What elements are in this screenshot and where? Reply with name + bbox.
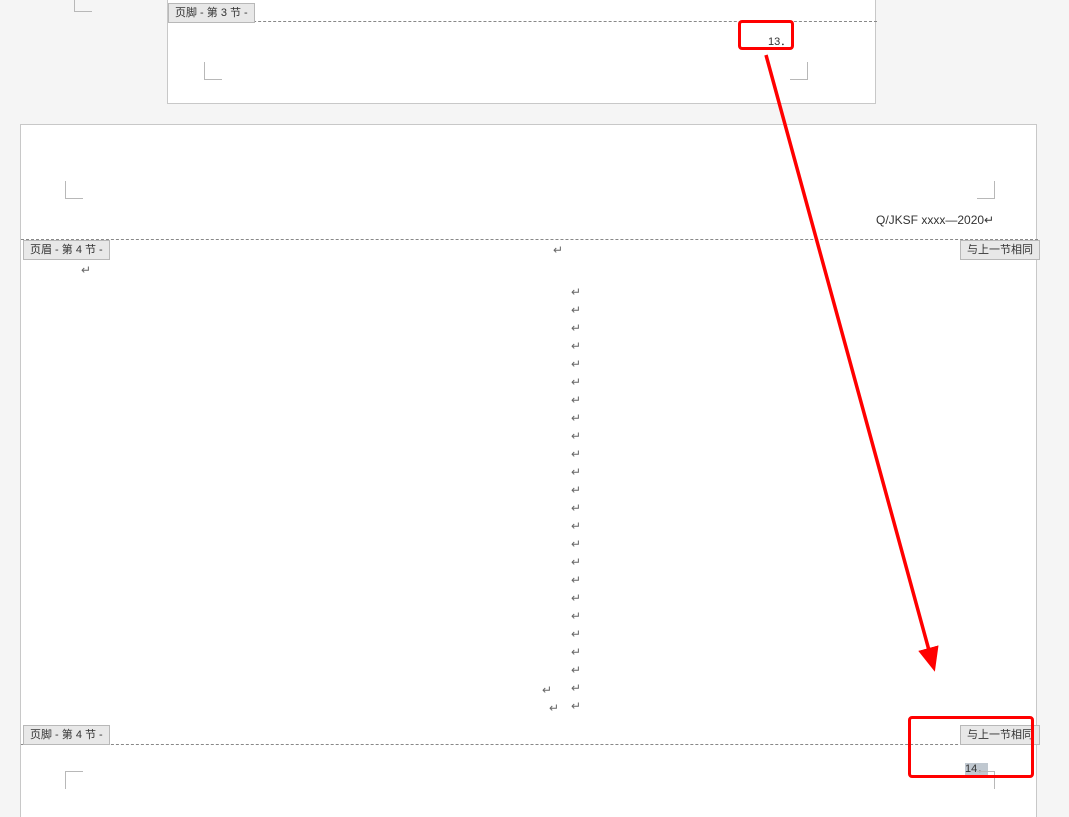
crop-mark (74, 0, 92, 12)
annotation-redbox-13 (738, 20, 794, 50)
para-mark: ↵ (549, 701, 559, 715)
header-tag-section4[interactable]: 页眉 - 第 4 节 - (23, 240, 110, 260)
crop-mark (790, 62, 808, 80)
para-mark: ↵ (984, 213, 994, 227)
crop-mark (65, 771, 83, 789)
page-1-footer-area[interactable]: 13． (167, 0, 876, 104)
para-mark: ↵ (553, 243, 563, 257)
document-canvas: 13． 页脚 - 第 3 节 - Q/JKSF xxxx—2020↵ ↵ ↵ ↵… (0, 0, 1069, 817)
paragraph-marks-column: ↵↵↵↵↵ ↵↵↵↵↵ ↵↵↵↵↵ ↵↵↵↵↵ ↵↵↵↵ (569, 283, 583, 715)
crop-mark (977, 181, 995, 199)
footer-tag-section3[interactable]: 页脚 - 第 3 节 - (168, 3, 255, 23)
header-text-content: Q/JKSF xxxx—2020 (876, 213, 984, 227)
footer-tag-section4[interactable]: 页脚 - 第 4 节 - (23, 725, 110, 745)
annotation-redbox-footer (908, 716, 1034, 778)
crop-mark (204, 62, 222, 80)
page-2[interactable]: Q/JKSF xxxx—2020↵ ↵ ↵ ↵↵↵↵↵ ↵↵↵↵↵ ↵↵↵↵↵ … (20, 124, 1037, 817)
crop-mark (65, 181, 83, 199)
header-text[interactable]: Q/JKSF xxxx—2020↵ (876, 213, 994, 227)
para-mark: ↵ (81, 263, 91, 277)
para-mark: ↵ (542, 683, 552, 697)
header-tag-same-as-prev[interactable]: 与上一节相同 (960, 240, 1040, 260)
header-boundary-line (21, 239, 1038, 240)
footer-boundary-line (21, 744, 1038, 745)
